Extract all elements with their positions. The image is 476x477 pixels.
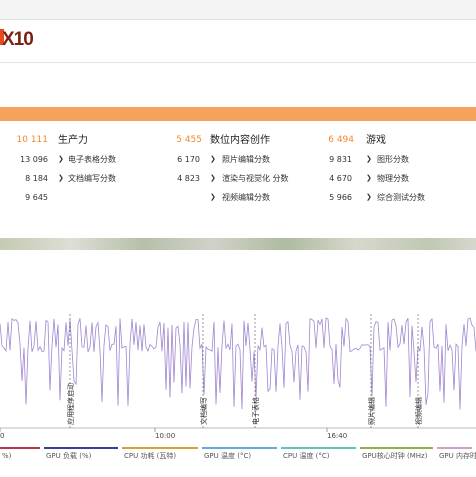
subscore-label: 渲染与视觉化 分数	[222, 174, 289, 183]
svg-text:X10: X10	[2, 29, 33, 50]
chart-legend: %) GPU 负载 (%) CPU 功耗 (瓦特) GPU 温度 (°C) CPU 温度…	[0, 447, 476, 460]
total-score: 10 111	[16, 135, 49, 145]
annotation-label: 应用程序启动	[66, 383, 75, 425]
subscore-row[interactable]: 8 184 ❯ 文档编写分数	[0, 169, 160, 188]
score-header: 10 111 生产力	[0, 131, 160, 150]
score-panel: 10 111 生产力 13 096 ❯ 电子表格分数 8 184 ❯ 文档编写分…	[0, 131, 476, 231]
legend-label: GPU核心时钟 (MHz)	[362, 451, 428, 460]
chevron-right-icon: ❯	[210, 155, 216, 163]
annotation-label: 电子表格	[251, 397, 260, 425]
legend-swatch	[202, 447, 277, 449]
subscore-row[interactable]: 13 096 ❯ 电子表格分数	[0, 150, 160, 169]
legend-label: %)	[2, 452, 12, 460]
subscore-label: 文档编写分数	[68, 174, 116, 183]
subscore-row[interactable]: 6 170 ❯ 照片编辑分数	[160, 150, 320, 169]
annotation-label: 视频编辑	[414, 397, 423, 425]
legend-swatch	[44, 447, 118, 449]
legend-swatch	[281, 447, 356, 449]
score-header: 6 494 游戏	[320, 131, 476, 150]
window-top-bar	[0, 0, 476, 20]
subscore-row[interactable]: 9 831 ❯ 图形分数	[320, 150, 476, 169]
subscore-row[interactable]: ❯ 视频编辑分数	[160, 188, 320, 207]
legend-swatch	[360, 447, 433, 449]
legend-swatch	[122, 447, 198, 449]
chevron-right-icon: ❯	[210, 174, 216, 182]
results-banner	[0, 107, 476, 121]
chevron-right-icon: ❯	[58, 174, 64, 182]
legend-swatch	[0, 447, 40, 449]
total-score: 6 494	[328, 135, 354, 145]
annotation-label: 文档编写	[199, 397, 208, 425]
x-tick-label: 10:00	[155, 432, 175, 440]
subscore-row: 9 645	[0, 188, 160, 207]
category-title: 生产力	[58, 135, 88, 146]
subscore-value: 9 645	[25, 193, 48, 202]
subscore-value: 4 823	[177, 174, 200, 183]
category-title: 数位内容创作	[210, 135, 270, 146]
subscore-value: 4 670	[329, 174, 352, 183]
subscore-label: 视频编辑分数	[222, 193, 270, 202]
subscore-value: 9 831	[329, 155, 352, 164]
chevron-right-icon: ❯	[366, 193, 372, 201]
subscore-row[interactable]: 5 966 ❯ 综合测试分数	[320, 188, 476, 207]
legend-label: CPU 功耗 (瓦特)	[124, 451, 176, 460]
legend-label: GPU 温度 (°C)	[204, 451, 251, 460]
score-column-digital-content: 5 455 数位内容创作 6 170 ❯ 照片编辑分数 4 823 ❯ 渲染与视…	[160, 131, 320, 207]
annotation-label: 照片编辑	[367, 397, 376, 425]
subscore-row[interactable]: 4 823 ❯ 渲染与视觉化 分数	[160, 169, 320, 188]
chevron-right-icon: ❯	[366, 174, 372, 182]
subscore-row[interactable]: 4 670 ❯ 物理分数	[320, 169, 476, 188]
subscore-value: 6 170	[177, 155, 200, 164]
header-divider	[0, 62, 476, 63]
x-tick-label: 16:40	[327, 432, 347, 440]
background-photo-strip	[0, 238, 476, 250]
subscore-label: 综合测试分数	[377, 193, 425, 202]
score-header: 5 455 数位内容创作	[160, 131, 320, 150]
score-column-productivity: 10 111 生产力 13 096 ❯ 电子表格分数 8 184 ❯ 文档编写分…	[0, 131, 160, 207]
legend-label: GPU 内存时	[439, 451, 476, 460]
monitoring-chart[interactable]: 应用程序启动 文档编写 电子表格 照片编辑 视频编辑 0 10:00 16:40	[0, 250, 476, 475]
total-score: 5 455	[176, 135, 202, 145]
legend-label: CPU 温度 (°C)	[283, 451, 330, 460]
subscore-label: 照片编辑分数	[222, 155, 270, 164]
subscore-value: 13 096	[20, 155, 48, 164]
category-title: 游戏	[366, 135, 386, 146]
pcmark-logo: X10	[0, 29, 34, 50]
subscore-label: 电子表格分数	[68, 155, 116, 164]
subscore-value: 5 966	[329, 193, 352, 202]
subscore-label: 图形分数	[377, 155, 409, 164]
subscore-value: 8 184	[25, 174, 48, 183]
legend-label: GPU 负载 (%)	[46, 451, 92, 460]
chevron-right-icon: ❯	[210, 193, 216, 201]
score-column-gaming: 6 494 游戏 9 831 ❯ 图形分数 4 670 ❯ 物理分数 5 966…	[320, 131, 476, 207]
x-tick-label: 0	[0, 432, 4, 440]
subscore-label: 物理分数	[377, 174, 409, 183]
chevron-right-icon: ❯	[366, 155, 372, 163]
chevron-right-icon: ❯	[58, 155, 64, 163]
legend-swatch	[437, 447, 472, 449]
